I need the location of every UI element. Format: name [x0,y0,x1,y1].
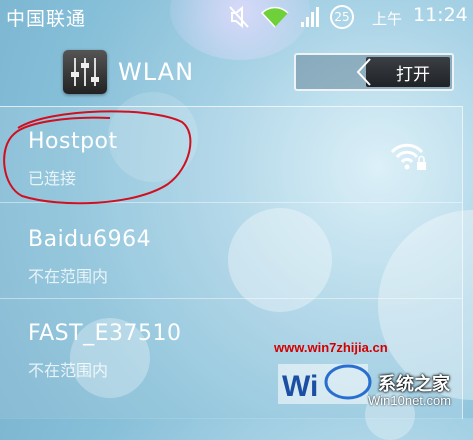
network-state: 已连接 [28,169,77,188]
toggle-label: 打开 [396,64,430,85]
chevron-left-icon [356,58,371,86]
network-ssid: Hostpot [28,129,118,154]
clock: 11:24 [413,4,468,26]
battery-level: 25 [334,10,350,24]
status-icons: 25 [228,4,354,30]
wifi-icon [260,6,289,28]
wlan-toggle[interactable]: 打开 [294,53,454,91]
status-bar: 中国联通 25 上午 11:24 [0,0,473,34]
network-ssid: FAST_E37510 [28,321,182,346]
battery-icon: 25 [330,5,354,29]
network-ssid: Baidu6964 [28,227,152,252]
settings-sliders-icon [63,50,107,94]
wifi-lock-icon [390,143,426,170]
watermark-url: www.win7zhijia.cn [274,340,388,355]
mute-icon [229,5,249,29]
page-title: WLAN [118,58,195,86]
toggle-knob[interactable]: 打开 [356,57,450,87]
network-state: 不在范围内 [28,267,109,286]
network-row-baidu6964[interactable]: Baidu6964 不在范围内 [0,203,462,299]
watermark-site: Win10net.com [368,393,452,408]
carrier-label: 中国联通 [6,8,87,30]
network-row-hostpot[interactable]: Hostpot 已连接 [0,107,462,203]
ampm-label: 上午 [372,10,403,28]
signal-icon [301,7,319,27]
network-state: 不在范围内 [28,361,109,380]
svg-text:Wi: Wi [282,370,318,403]
